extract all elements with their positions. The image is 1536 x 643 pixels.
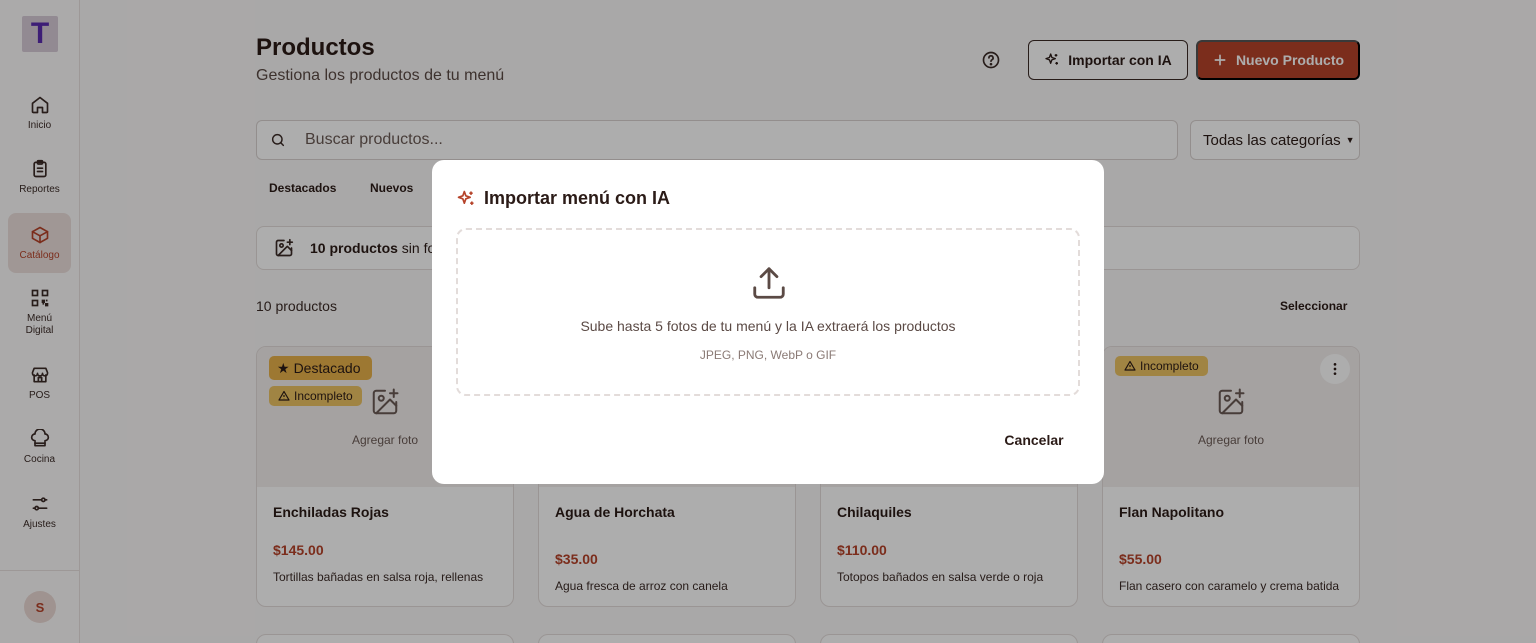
upload-dropzone[interactable]: Sube hasta 5 fotos de tu menú y la IA ex…	[456, 228, 1080, 396]
cancel-button[interactable]: Cancelar	[992, 424, 1076, 456]
sparkles-icon	[456, 189, 476, 209]
dialog-title-text: Importar menú con IA	[484, 188, 671, 208]
dialog-title: Importar menú con IA	[456, 188, 670, 209]
upload-formats: JPEG, PNG, WebP o GIF	[699, 348, 837, 362]
upload-instructions: Sube hasta 5 fotos de tu menú y la IA ex…	[580, 318, 956, 334]
upload-icon	[750, 264, 788, 302]
import-menu-dialog: Importar menú con IA Sube hasta 5 fotos …	[432, 160, 1104, 484]
